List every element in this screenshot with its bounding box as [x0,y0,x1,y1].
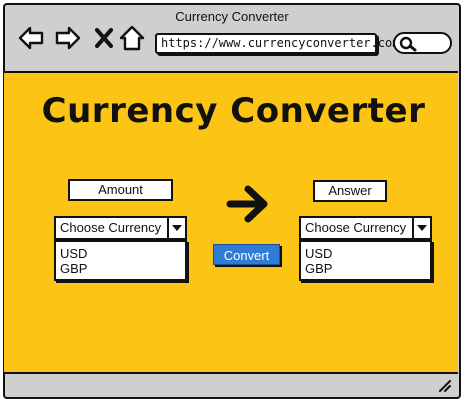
from-currency-select[interactable]: Choose Currency [54,216,187,240]
to-currency-value: Choose Currency [305,220,407,235]
arrow-right-icon [226,185,268,223]
resize-grip-icon[interactable] [438,380,452,392]
chevron-down-icon[interactable] [167,218,185,238]
status-bar [4,374,458,396]
forward-arrow-icon[interactable] [54,24,82,52]
close-icon[interactable] [90,24,118,52]
convert-button[interactable]: Convert [213,244,280,265]
home-icon[interactable] [118,24,146,52]
from-option-gbp[interactable]: GBP [60,261,185,276]
to-currency-options: USD GBP [299,240,432,281]
search-icon [399,36,417,52]
url-bar[interactable]: https://www.currencyconverter.com [155,33,399,54]
from-currency-options: USD GBP [54,240,187,281]
chevron-down-icon[interactable] [412,218,430,238]
to-option-usd[interactable]: USD [305,246,430,261]
to-option-gbp[interactable]: GBP [305,261,430,276]
window-title: Currency Converter [175,9,289,24]
back-arrow-icon[interactable] [17,24,45,52]
search-input[interactable] [393,32,452,54]
from-currency-value: Choose Currency [60,220,162,235]
amount-label: Amount [68,179,173,201]
answer-label: Answer [313,180,387,202]
page-title: Currency Converter [41,91,426,131]
from-option-usd[interactable]: USD [60,246,185,261]
to-currency-select[interactable]: Choose Currency [299,216,432,240]
